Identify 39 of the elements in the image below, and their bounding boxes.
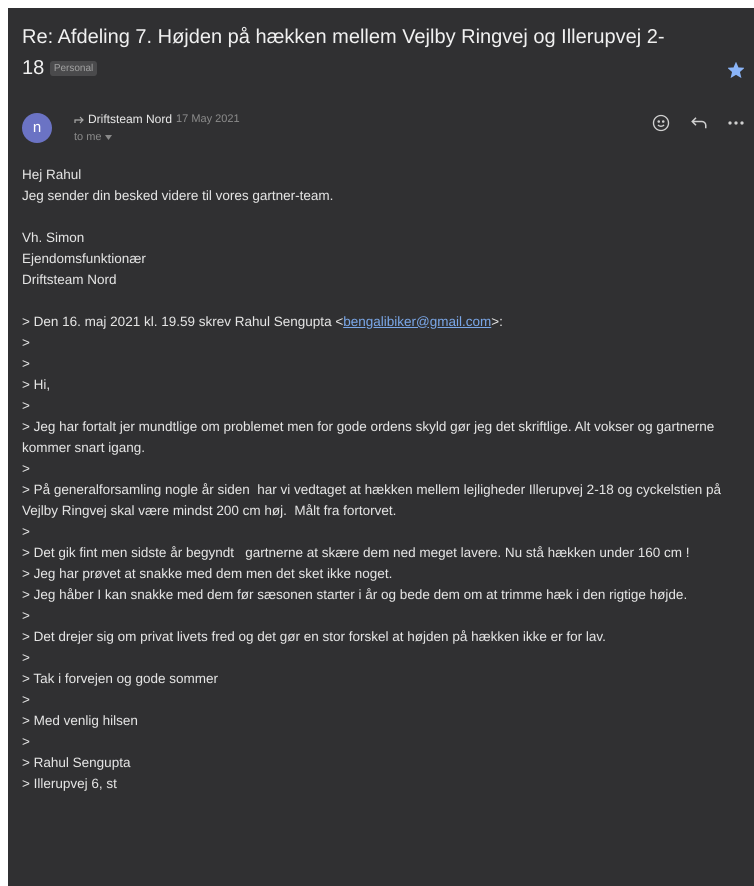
- text-line: Jeg sender din besked videre til vores gartner-team.: [22, 186, 334, 205]
- text-line: > Med venlig hilsen: [22, 712, 139, 730]
- text-line: >: [22, 522, 31, 540]
- sender-name: Driftsteam Nord: [88, 111, 172, 128]
- email-subject: Re: Afdeling 7. Højden på hækken mellem Vejlby Ringvej og Illerupvej 2-18 Personal: [22, 25, 666, 81]
- email-date: 17 May 2021: [176, 112, 240, 127]
- text-line: >: [22, 460, 31, 478]
- text-line: > Det drejer sig om privat livets fred og det gør en stor forskel at højden på hækken ikke er for lav.: [22, 628, 607, 646]
- avatar: n: [22, 112, 52, 143]
- text-line: > Det gik fint men sidste år begyndt gartnerne at skære dem ned meget lavere. Nu stå hækken under 160 cm !: [22, 544, 690, 562]
- email-link[interactable]: bengalibiker@gmail.com: [343, 314, 492, 328]
- text-line: > Jeg har prøvet at snakke med dem men det sket ikke noget.: [22, 564, 394, 583]
- dropdown-icon[interactable]: [104, 134, 112, 140]
- text-line: > Hi,: [22, 376, 52, 394]
- text-line: >: [22, 732, 31, 750]
- forward-icon: [74, 114, 84, 124]
- text-line: > Rahul Sengupta: [22, 754, 132, 772]
- text-line: >: [22, 354, 31, 372]
- text-line: >: [22, 606, 31, 624]
- text-line: >: [22, 396, 31, 414]
- star-icon[interactable]: [728, 62, 744, 78]
- emoji-icon[interactable]: [652, 114, 670, 132]
- reply-icon[interactable]: [690, 114, 708, 131]
- text-line: > Jeg håber I kan snakke med dem før sæsonen starter i år og bede dem om at trimme hæk i den rigtige højde.: [22, 586, 688, 604]
- text-line: > På generalforsamling nogle år siden har vi vedtaget at hækken mellem lejligheder Illerupvej 2-18 og cyckelstien på Vejlby Ringvej skal være mindst 200 cm høj. Målt fra fortorvet.: [22, 480, 722, 520]
- text-line: >: [22, 648, 31, 666]
- recipient-text: to me: [74, 130, 102, 145]
- quote-header: > Den 16. maj 2021 kl. 19.59 skrev Rahul Sengupta <bengalibiker@gmail.com>:: [22, 312, 504, 331]
- text-line: Ejendomsfunktionær: [22, 250, 147, 268]
- label-tag[interactable]: Personal: [50, 61, 98, 76]
- text-line: >: [22, 334, 31, 352]
- text-line: Driftsteam Nord: [22, 270, 118, 288]
- text-line: > Jeg har fortalt jer mundtlige om problemet men for gode ordens skyld gør jeg det skriftlige. Alt vokser og gartnerne kommer snart igang.: [22, 418, 716, 457]
- text-line: Vh. Simon: [22, 228, 86, 246]
- text-line: > Tak i forvejen og gode sommer: [22, 670, 219, 688]
- more-icon[interactable]: [728, 120, 744, 125]
- text-line: > Illerupvej 6, st: [22, 774, 118, 793]
- text-line: >: [22, 690, 31, 708]
- text-line: Hej Rahul: [22, 166, 82, 184]
